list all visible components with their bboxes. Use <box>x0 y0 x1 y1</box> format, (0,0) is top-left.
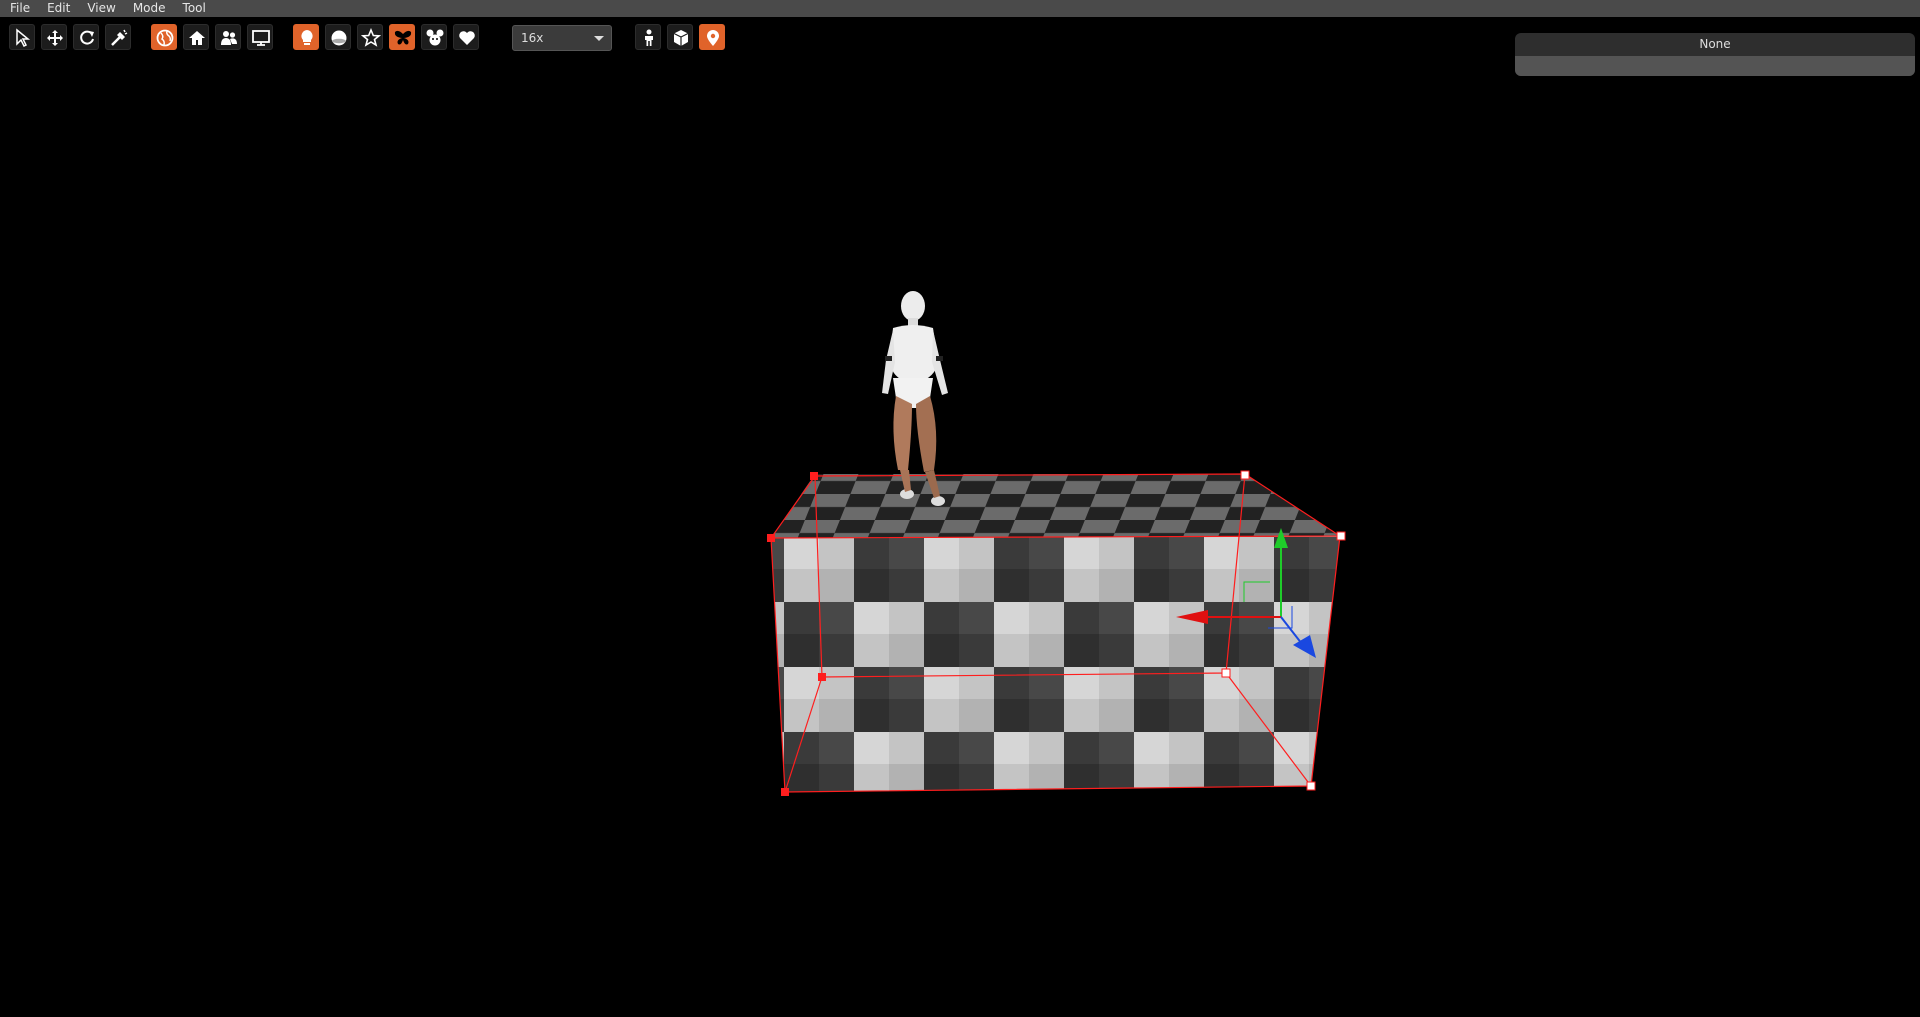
object-box-button[interactable] <box>667 24 693 50</box>
heart-button[interactable] <box>453 24 479 50</box>
rotate-icon <box>80 30 94 45</box>
home-button[interactable] <box>183 24 209 50</box>
rotate-tool-button[interactable] <box>73 24 99 50</box>
menu-bar: File Edit View Mode Tool <box>0 0 1920 17</box>
character-button[interactable] <box>635 24 661 50</box>
mouse-face-button[interactable] <box>421 24 447 50</box>
globe-icon <box>156 29 174 47</box>
move-tool-button[interactable] <box>41 24 67 50</box>
home-icon <box>189 31 205 45</box>
chevron-down-icon <box>594 36 604 41</box>
menu-tool[interactable]: Tool <box>173 0 213 17</box>
character-figure[interactable] <box>882 291 948 506</box>
menu-edit[interactable]: Edit <box>37 0 77 17</box>
select-arrow-icon <box>16 28 31 48</box>
lightbulb-icon <box>301 30 313 45</box>
map-pin-icon <box>707 30 719 46</box>
light-button[interactable] <box>293 24 319 50</box>
favorite-star-button[interactable] <box>357 24 383 50</box>
scene-canvas[interactable] <box>0 57 1920 1017</box>
butterfly-button[interactable] <box>389 24 415 50</box>
wand-tool-button[interactable] <box>105 24 131 50</box>
people-icon <box>221 31 237 45</box>
location-button[interactable] <box>699 24 725 50</box>
wand-icon <box>111 29 128 46</box>
star-icon <box>361 28 381 47</box>
zoom-value: 16x <box>521 31 544 45</box>
monitor-icon <box>252 30 270 46</box>
menu-file[interactable]: File <box>0 0 37 17</box>
globe-button[interactable] <box>151 24 177 50</box>
zoom-select[interactable]: 16x <box>512 25 612 51</box>
move-icon <box>47 30 63 46</box>
box-top-face[interactable] <box>771 474 1340 538</box>
3d-viewport[interactable] <box>0 57 1920 1017</box>
heart-icon <box>459 31 475 45</box>
monitor-button[interactable] <box>247 24 273 50</box>
selection-panel-title: None <box>1699 37 1731 51</box>
menu-mode[interactable]: Mode <box>123 0 173 17</box>
butterfly-icon <box>394 30 412 45</box>
people-button[interactable] <box>215 24 241 50</box>
box-icon <box>673 30 689 46</box>
sphere-button[interactable] <box>325 24 351 50</box>
box-front-face[interactable] <box>771 536 1340 792</box>
sphere-icon <box>331 30 347 46</box>
menu-view[interactable]: View <box>77 0 122 17</box>
mouse-face-icon <box>426 29 444 46</box>
person-icon <box>645 29 653 46</box>
select-tool-button[interactable] <box>9 24 35 50</box>
